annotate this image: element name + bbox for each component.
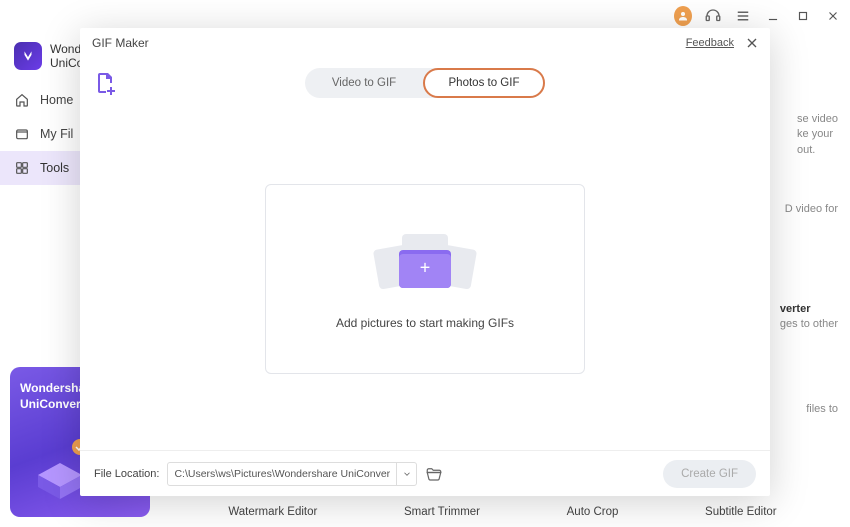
modal-toolbar: Video to GIF Photos to GIF — [80, 58, 770, 108]
close-icon[interactable] — [744, 35, 760, 51]
feedback-link[interactable]: Feedback — [686, 37, 734, 49]
bottom-tools-row: Watermark Editor Smart Trimmer Auto Crop… — [155, 497, 850, 527]
tab-video-to-gif[interactable]: Video to GIF — [305, 68, 423, 98]
tools-icon — [14, 160, 30, 176]
tool-watermark[interactable]: Watermark Editor — [228, 506, 317, 518]
file-location-label: File Location: — [94, 468, 159, 480]
main-window: Wonde UniCon Home My Fil Tools Wondersha… — [0, 0, 850, 527]
add-file-icon[interactable] — [94, 71, 118, 95]
folder-plus-icon: + — [370, 228, 480, 298]
maximize-button[interactable] — [794, 7, 812, 25]
create-gif-button[interactable]: Create GIF — [663, 460, 756, 488]
gif-maker-modal: GIF Maker Feedback Video to GIF Photos t… — [80, 28, 770, 496]
close-button[interactable] — [824, 7, 842, 25]
avatar-icon[interactable] — [674, 7, 692, 25]
open-folder-icon[interactable] — [425, 465, 443, 483]
mode-segmented-control: Video to GIF Photos to GIF — [305, 68, 545, 98]
tool-desc-snippet: verterges to other — [780, 302, 838, 333]
support-icon[interactable] — [704, 7, 722, 25]
home-icon — [14, 92, 30, 108]
brand-logo-icon — [14, 42, 42, 70]
file-location-field — [167, 462, 417, 486]
tool-desc-snippet: D video for — [785, 202, 838, 217]
sidebar-item-label: My Fil — [40, 127, 73, 141]
minimize-button[interactable] — [764, 7, 782, 25]
dropzone-text: Add pictures to start making GIFs — [336, 316, 514, 330]
chevron-down-icon[interactable] — [396, 462, 416, 486]
menu-icon[interactable] — [734, 7, 752, 25]
tool-auto-crop[interactable]: Auto Crop — [567, 506, 619, 518]
tool-subtitle[interactable]: Subtitle Editor — [705, 506, 777, 518]
modal-title: GIF Maker — [92, 36, 149, 50]
file-location-input[interactable] — [168, 468, 396, 480]
tab-photos-to-gif[interactable]: Photos to GIF — [423, 68, 545, 98]
files-icon — [14, 126, 30, 142]
modal-footer: File Location: Create GIF — [80, 450, 770, 496]
modal-body: + Add pictures to start making GIFs — [80, 108, 770, 450]
tool-smart-trimmer[interactable]: Smart Trimmer — [404, 506, 480, 518]
dropzone[interactable]: + Add pictures to start making GIFs — [265, 184, 585, 374]
tool-desc-snippet: files to — [806, 402, 838, 417]
modal-header: GIF Maker Feedback — [80, 28, 770, 58]
sidebar-item-label: Home — [40, 93, 73, 107]
sidebar-item-label: Tools — [40, 161, 69, 175]
tool-desc-snippet: se videoke yourout. — [797, 112, 838, 158]
